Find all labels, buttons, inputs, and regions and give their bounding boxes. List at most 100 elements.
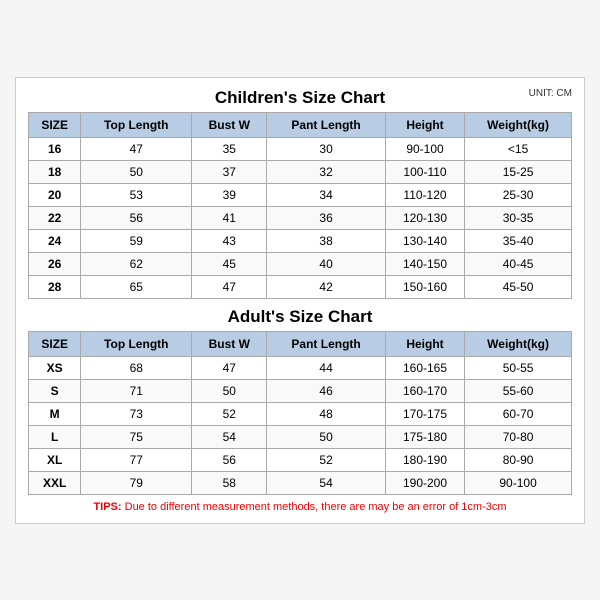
table-row: XS684744160-16550-55 xyxy=(29,356,572,379)
table-cell: 36 xyxy=(267,206,386,229)
table-cell: 32 xyxy=(267,160,386,183)
tips-label: TIPS: xyxy=(93,501,121,513)
table-cell: 56 xyxy=(192,448,267,471)
table-cell: 60-70 xyxy=(465,402,572,425)
table-cell: 68 xyxy=(81,356,192,379)
table-cell: 65 xyxy=(81,275,192,298)
children-header-row: SIZE Top Length Bust W Pant Length Heigh… xyxy=(29,112,572,137)
table-cell: 175-180 xyxy=(385,425,464,448)
table-cell: 59 xyxy=(81,229,192,252)
table-row: L755450175-18070-80 xyxy=(29,425,572,448)
adults-col-bust: Bust W xyxy=(192,331,267,356)
table-cell: M xyxy=(29,402,81,425)
table-cell: 150-160 xyxy=(385,275,464,298)
table-cell: 180-190 xyxy=(385,448,464,471)
table-cell: 25-30 xyxy=(465,183,572,206)
adults-col-top-length: Top Length xyxy=(81,331,192,356)
table-cell: 79 xyxy=(81,471,192,494)
table-cell: L xyxy=(29,425,81,448)
table-cell: 190-200 xyxy=(385,471,464,494)
adults-col-height: Height xyxy=(385,331,464,356)
table-cell: 54 xyxy=(267,471,386,494)
table-cell: XXL xyxy=(29,471,81,494)
table-cell: 46 xyxy=(267,379,386,402)
table-cell: 30-35 xyxy=(465,206,572,229)
table-cell: 30 xyxy=(267,137,386,160)
children-title: Children's Size Chart xyxy=(215,88,385,108)
table-cell: 170-175 xyxy=(385,402,464,425)
adults-title: Adult's Size Chart xyxy=(228,307,373,327)
table-cell: 62 xyxy=(81,252,192,275)
table-cell: 53 xyxy=(81,183,192,206)
table-cell: 40-45 xyxy=(465,252,572,275)
chart-container: Children's Size Chart UNIT: CM SIZE Top … xyxy=(15,77,585,524)
table-row: 20533934110-12025-30 xyxy=(29,183,572,206)
table-row: 24594338130-14035-40 xyxy=(29,229,572,252)
table-cell: 75 xyxy=(81,425,192,448)
table-cell: 130-140 xyxy=(385,229,464,252)
adults-col-pant: Pant Length xyxy=(267,331,386,356)
table-row: S715046160-17055-60 xyxy=(29,379,572,402)
table-cell: 55-60 xyxy=(465,379,572,402)
table-row: XXL795854190-20090-100 xyxy=(29,471,572,494)
adults-col-size: SIZE xyxy=(29,331,81,356)
table-cell: 35 xyxy=(192,137,267,160)
table-cell: 100-110 xyxy=(385,160,464,183)
table-cell: 50 xyxy=(192,379,267,402)
table-cell: XL xyxy=(29,448,81,471)
table-cell: 35-40 xyxy=(465,229,572,252)
table-cell: XS xyxy=(29,356,81,379)
children-col-bust: Bust W xyxy=(192,112,267,137)
table-cell: 160-170 xyxy=(385,379,464,402)
table-cell: 40 xyxy=(267,252,386,275)
adults-col-weight: Weight(kg) xyxy=(465,331,572,356)
table-cell: 80-90 xyxy=(465,448,572,471)
children-table: SIZE Top Length Bust W Pant Length Heigh… xyxy=(28,112,572,299)
table-cell: 90-100 xyxy=(465,471,572,494)
table-cell: 70-80 xyxy=(465,425,572,448)
children-col-top-length: Top Length xyxy=(81,112,192,137)
children-col-height: Height xyxy=(385,112,464,137)
table-cell: 48 xyxy=(267,402,386,425)
table-row: 26624540140-15040-45 xyxy=(29,252,572,275)
unit-label: UNIT: CM xyxy=(529,88,572,99)
table-cell: 140-150 xyxy=(385,252,464,275)
table-cell: 73 xyxy=(81,402,192,425)
table-cell: 50-55 xyxy=(465,356,572,379)
table-cell: 58 xyxy=(192,471,267,494)
table-cell: 28 xyxy=(29,275,81,298)
table-cell: 160-165 xyxy=(385,356,464,379)
table-cell: 44 xyxy=(267,356,386,379)
table-cell: 41 xyxy=(192,206,267,229)
table-cell: 39 xyxy=(192,183,267,206)
tips-text: Due to different measurement methods, th… xyxy=(122,501,507,513)
table-row: 22564136120-13030-35 xyxy=(29,206,572,229)
table-cell: 47 xyxy=(192,275,267,298)
table-cell: 90-100 xyxy=(385,137,464,160)
children-col-pant: Pant Length xyxy=(267,112,386,137)
adults-header-row: SIZE Top Length Bust W Pant Length Heigh… xyxy=(29,331,572,356)
table-cell: <15 xyxy=(465,137,572,160)
table-cell: 52 xyxy=(192,402,267,425)
table-cell: 45 xyxy=(192,252,267,275)
table-row: 1647353090-100<15 xyxy=(29,137,572,160)
table-cell: 38 xyxy=(267,229,386,252)
table-cell: 52 xyxy=(267,448,386,471)
table-cell: 120-130 xyxy=(385,206,464,229)
table-cell: 47 xyxy=(81,137,192,160)
table-cell: 34 xyxy=(267,183,386,206)
table-cell: 26 xyxy=(29,252,81,275)
table-row: M735248170-17560-70 xyxy=(29,402,572,425)
table-cell: 71 xyxy=(81,379,192,402)
children-col-size: SIZE xyxy=(29,112,81,137)
adults-table: SIZE Top Length Bust W Pant Length Heigh… xyxy=(28,331,572,495)
table-row: XL775652180-19080-90 xyxy=(29,448,572,471)
table-cell: 16 xyxy=(29,137,81,160)
table-cell: 47 xyxy=(192,356,267,379)
table-cell: S xyxy=(29,379,81,402)
table-cell: 42 xyxy=(267,275,386,298)
adults-title-row: Adult's Size Chart xyxy=(28,307,572,327)
table-cell: 24 xyxy=(29,229,81,252)
table-cell: 43 xyxy=(192,229,267,252)
table-row: 28654742150-16045-50 xyxy=(29,275,572,298)
